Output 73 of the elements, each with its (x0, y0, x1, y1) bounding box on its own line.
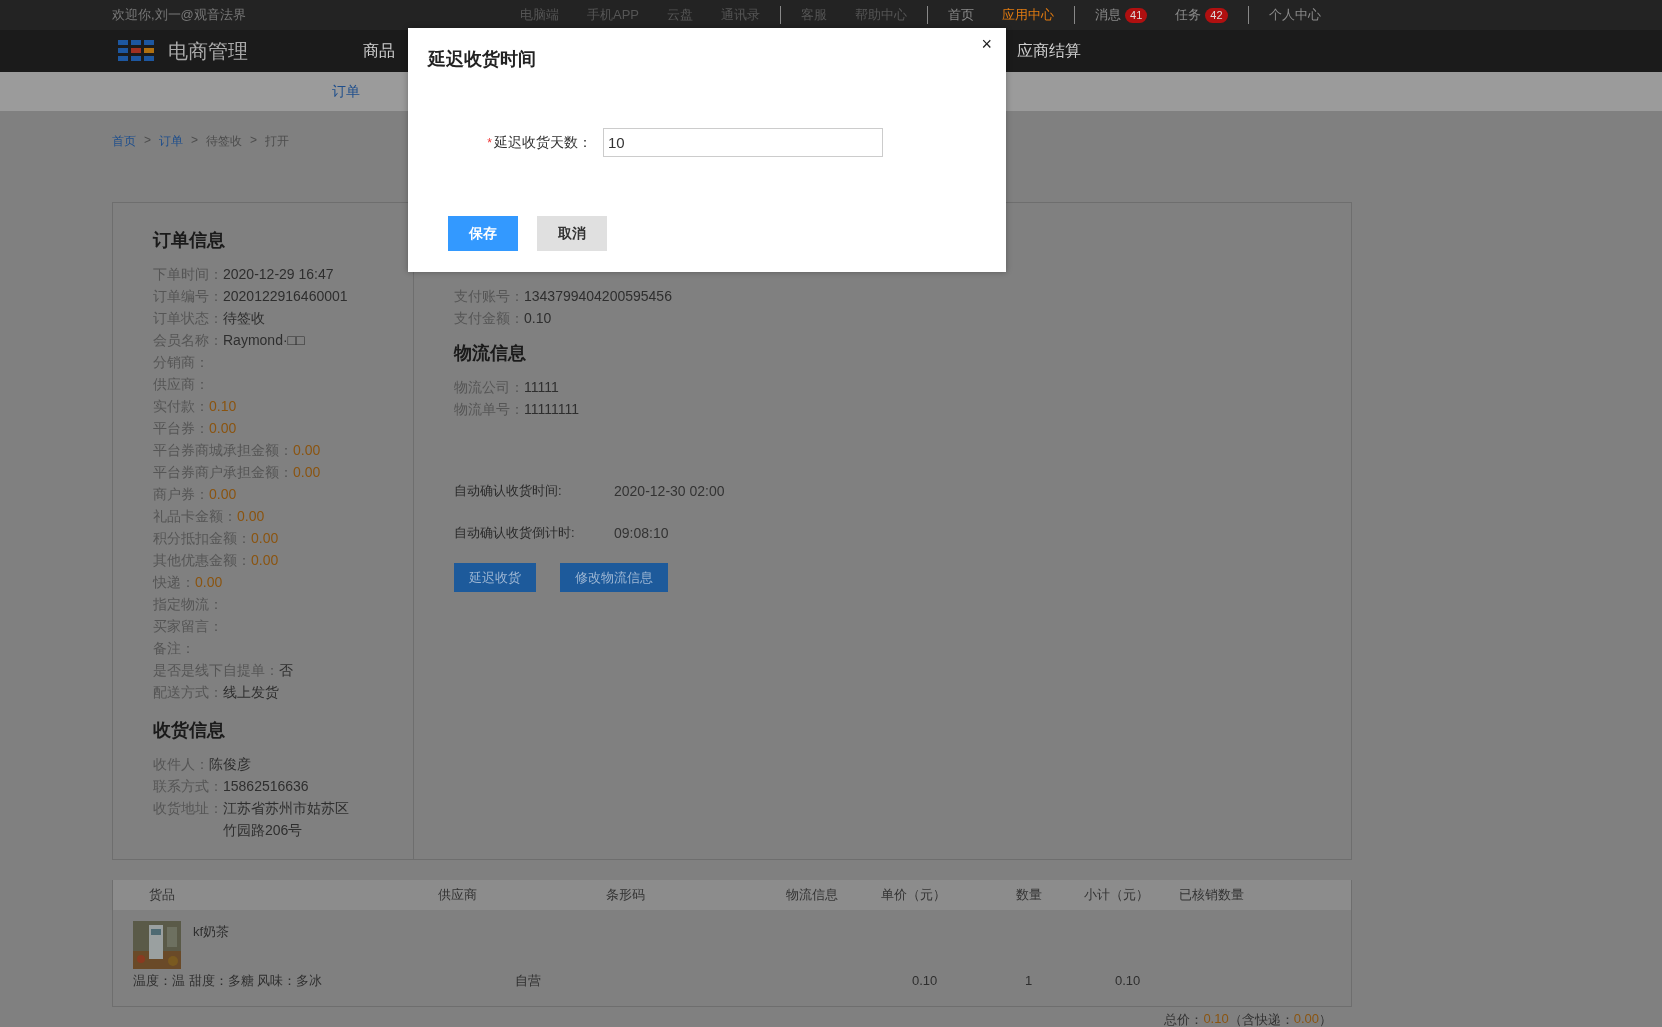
column-header: 单价（元） (881, 886, 947, 904)
column-header: 货品 (148, 886, 176, 904)
action-button[interactable]: 修改物流信息 (560, 563, 668, 592)
field-label: 自动确认收货时间: (454, 482, 563, 500)
top-link[interactable]: 消息 41 (1095, 6, 1148, 24)
field-value: 1343799404200595456 (524, 287, 672, 306)
column-header: 物流信息 (786, 886, 839, 904)
top-link[interactable]: 个人中心 (1268, 6, 1321, 24)
field-label: 自动确认收货倒计时: (454, 524, 576, 542)
app-title: 电商管理 (168, 38, 249, 64)
column-header: 数量 (1016, 886, 1043, 904)
top-link[interactable]: 任务 42 (1175, 6, 1228, 24)
field-value: 0.00 (195, 573, 223, 592)
total-label: 总价： (1164, 1011, 1204, 1027)
field-value: Raymond·□□ (223, 331, 305, 350)
table-cell-text: 0.10 (1115, 972, 1142, 990)
column-header: 条形码 (606, 886, 646, 904)
field-value: 2020-12-30 02:00 (614, 482, 725, 501)
sub-tab[interactable]: 订单 (332, 82, 360, 101)
dialog-title: 延迟收货时间 (428, 48, 536, 71)
table-cell-text: 自营 (515, 972, 542, 990)
field-value: 2020-12-29 16:47 (223, 265, 334, 284)
breadcrumb-separator: > (250, 133, 258, 147)
column-header: 小计（元） (1084, 886, 1150, 904)
field-value: 否 (279, 661, 293, 680)
count-badge: 41 (1125, 7, 1148, 23)
field-value: 0.00 (293, 441, 321, 460)
breadcrumb-separator: > (144, 133, 151, 147)
count-badge: 42 (1205, 7, 1228, 23)
breadcrumb-separator: > (191, 133, 199, 147)
action-button[interactable]: 延迟收货 (454, 563, 536, 592)
field-value: 江苏省苏州市姑苏区竹园路206号 (223, 799, 350, 840)
field-value: 0.10 (209, 397, 237, 416)
top-link[interactable]: 应用中心 (1002, 6, 1054, 24)
top-link[interactable]: 首页 (948, 6, 974, 24)
table-cell-text: 0.10 (912, 972, 939, 990)
field-label: *延迟收货天数： (486, 133, 592, 152)
field-value: 09:08:10 (614, 524, 669, 543)
field-value: 待签收 (223, 309, 265, 328)
column-header: 已核销数量 (1179, 886, 1245, 904)
field-value: 0.00 (209, 485, 237, 504)
field-value: 0.00 (293, 463, 321, 482)
product-spec: 温度：温 甜度：多糖 风味：多冰 (133, 972, 324, 990)
table-cell-text: 1 (1025, 972, 1034, 990)
section-title: 物流信息 (454, 342, 527, 365)
breadcrumb-link[interactable]: 订单 (159, 133, 183, 150)
field-value: 2020122916460001 (223, 287, 348, 306)
total-value: 0.10 (1203, 1011, 1229, 1027)
shipping-label: （含快递： (1228, 1011, 1294, 1027)
field-value: 15862516636 (223, 777, 309, 796)
bracket-text: ） (1319, 1011, 1332, 1027)
field-value: 线上发货 (223, 683, 279, 702)
shipping-value: 0.00 (1293, 1011, 1319, 1026)
field-value: 0.00 (237, 507, 265, 526)
days-input[interactable]: 10 (603, 128, 883, 157)
save-button[interactable]: 保存 (448, 216, 518, 251)
field-value: 0.10 (524, 309, 552, 328)
field-value: 0.00 (209, 419, 237, 438)
field-value: 11111111 (524, 400, 579, 419)
field-value: 0.00 (251, 551, 279, 570)
field-value: 0.00 (251, 529, 279, 548)
grid-logo-icon (118, 40, 156, 62)
cancel-button[interactable]: 取消 (537, 216, 607, 251)
breadcrumb-link[interactable]: 首页 (112, 133, 136, 150)
field-value: 陈俊彦 (209, 755, 251, 774)
nav-item[interactable]: 应商结算 (1017, 40, 1081, 62)
field-value: 11111 (524, 378, 559, 397)
section-title: 收货信息 (153, 719, 226, 742)
close-button[interactable]: × (977, 32, 996, 57)
nav-item[interactable]: 商品 (363, 40, 395, 62)
product-name: kf奶茶 (193, 923, 230, 941)
section-title: 订单信息 (153, 229, 226, 252)
column-header: 供应商 (438, 886, 478, 904)
